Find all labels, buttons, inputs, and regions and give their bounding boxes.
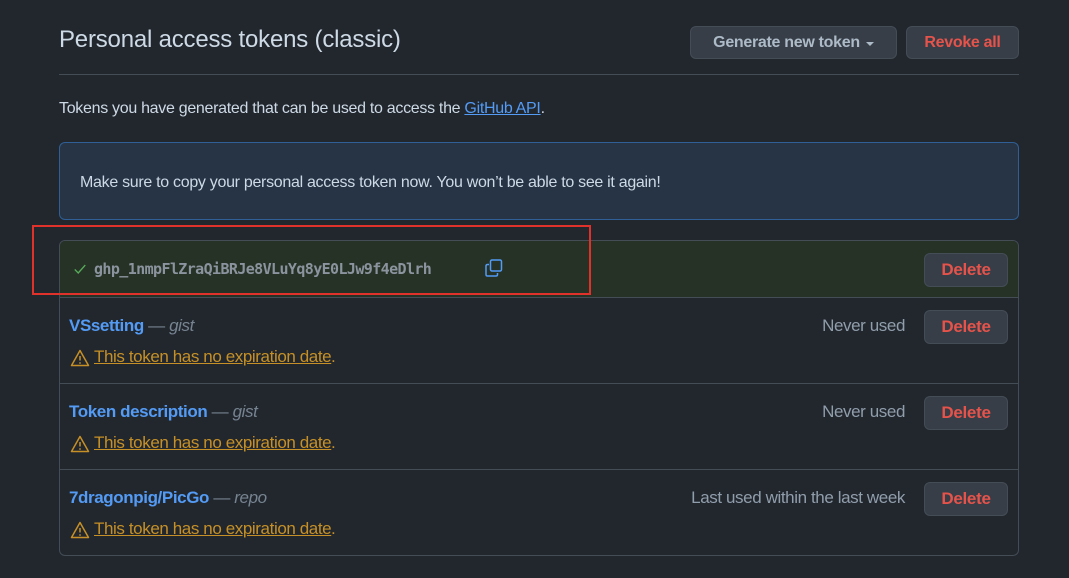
intro-text-body: Tokens you have generated that can be us…: [59, 100, 465, 117]
token-separator: —: [207, 402, 233, 421]
delete-button[interactable]: Delete: [924, 482, 1008, 516]
token-scope: repo: [234, 488, 267, 507]
alert-icon: [70, 435, 90, 453]
intro-text: Tokens you have generated that can be us…: [59, 100, 545, 118]
warning-period: .: [331, 433, 336, 452]
token-list: ghp_1nmpFlZraQiBRJe8VLuYq8yE0LJw9f4eDlrh…: [59, 240, 1019, 556]
expiration-warning-text: This token has no expiration date: [94, 433, 332, 452]
token-name-link[interactable]: 7dragonpig/PicGo: [69, 488, 209, 507]
flash-message: Make sure to copy your personal access t…: [80, 174, 661, 191]
expiration-warning-link[interactable]: This token has no expiration date: [94, 433, 332, 453]
page-header: Personal access tokens (classic) Generat…: [59, 0, 1019, 75]
warning-period: .: [331, 347, 336, 366]
copy-token-flash: Make sure to copy your personal access t…: [59, 142, 1019, 220]
expiration-warning-link[interactable]: This token has no expiration date: [94, 519, 332, 539]
token-row: 7dragonpig/PicGo — repo This token has n…: [60, 470, 1018, 555]
token-name-line: 7dragonpig/PicGo — repo: [69, 488, 267, 508]
new-token-row: ghp_1nmpFlZraQiBRJe8VLuYq8yE0LJw9f4eDlrh…: [60, 241, 1018, 298]
delete-button[interactable]: Delete: [924, 253, 1008, 287]
last-used-text: Never used: [822, 316, 905, 335]
warning-period: .: [331, 519, 336, 538]
caret-down-icon: [865, 41, 874, 46]
last-used-text: Never used: [822, 402, 905, 421]
token-name-line: VSsetting — gist: [69, 316, 194, 336]
copy-icon[interactable]: [484, 258, 504, 278]
alert-icon: [70, 349, 90, 367]
expiration-warning-link[interactable]: This token has no expiration date: [94, 347, 332, 367]
token-scope: gist: [169, 316, 194, 335]
last-used-text: Last used within the last week: [691, 488, 905, 507]
token-row: VSsetting — gist This token has no expir…: [60, 298, 1018, 384]
alert-icon: [70, 521, 90, 539]
token-scope: gist: [232, 402, 258, 421]
expiration-warning-text: This token has no expiration date: [94, 347, 332, 366]
token-separator: —: [143, 316, 170, 335]
delete-button[interactable]: Delete: [924, 310, 1008, 344]
token-name-link[interactable]: Token description: [69, 402, 208, 421]
expiration-warning-text: This token has no expiration date: [94, 519, 332, 538]
generate-new-token-label: Generate new token: [713, 33, 860, 51]
check-icon: [74, 264, 86, 274]
token-separator: —: [209, 488, 235, 507]
token-name-line: Token description — gist: [69, 402, 258, 422]
token-row: Token description — gist This token has …: [60, 384, 1018, 470]
page-title: Personal access tokens (classic): [59, 26, 401, 53]
token-name-link[interactable]: VSsetting: [69, 316, 144, 335]
intro-suffix: .: [540, 100, 545, 117]
delete-button[interactable]: Delete: [924, 396, 1008, 430]
generate-new-token-button[interactable]: Generate new token: [690, 26, 897, 59]
revoke-all-button[interactable]: Revoke all: [906, 26, 1019, 59]
token-value[interactable]: ghp_1nmpFlZraQiBRJe8VLuYq8yE0LJw9f4eDlrh: [94, 260, 432, 278]
github-api-link[interactable]: GitHub API: [464, 100, 540, 117]
